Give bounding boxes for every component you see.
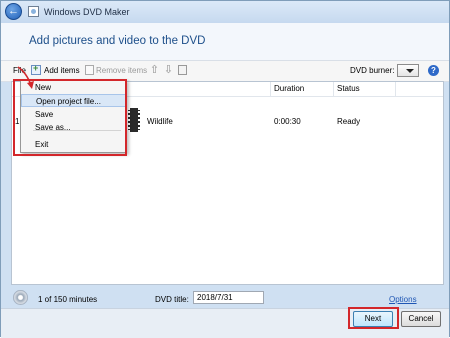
row-duration: 0:00:30 <box>274 117 301 126</box>
row-order: 1 <box>15 117 20 126</box>
dvd-burner-label: DVD burner: <box>350 66 395 75</box>
menu-item-save[interactable]: Save <box>21 108 126 121</box>
page-header: Add pictures and video to the DVD <box>1 23 449 60</box>
page-title: Add pictures and video to the DVD <box>29 35 206 47</box>
move-down-arrow-icon[interactable]: ⇩ <box>163 64 174 76</box>
cancel-button[interactable]: Cancel <box>401 311 441 327</box>
dvd-title-label: DVD title: <box>155 295 189 304</box>
menu-item-new[interactable]: New <box>21 81 126 94</box>
move-up-arrow-icon[interactable]: ⇧ <box>149 64 160 76</box>
menu-item-exit[interactable]: Exit <box>21 138 126 151</box>
title-bar: ← Windows DVD Maker <box>1 1 449 23</box>
file-dropdown-menu: New Open project file... Save Save as...… <box>20 79 127 153</box>
dvd-maker-window: ← Windows DVD Maker Add pictures and vid… <box>0 0 450 338</box>
dvd-burner-dropdown[interactable] <box>397 64 419 77</box>
back-arrow-icon[interactable]: ← <box>5 3 22 20</box>
window-title: Windows DVD Maker <box>44 7 130 17</box>
remove-items-icon <box>85 65 94 75</box>
disc-usage-icon <box>13 290 28 305</box>
minutes-used-label: 1 of 150 minutes <box>38 295 98 304</box>
file-menu-button[interactable]: File <box>13 66 26 75</box>
help-icon[interactable]: ? <box>428 65 439 76</box>
properties-icon[interactable] <box>178 65 187 75</box>
video-thumbnail <box>128 108 140 132</box>
row-name: Wildlife <box>147 117 173 126</box>
add-items-icon[interactable] <box>31 63 41 75</box>
row-status: Ready <box>337 117 361 126</box>
menu-item-save-as[interactable]: Save as... <box>21 121 126 134</box>
menu-item-open-project[interactable]: Open project file... <box>21 94 126 107</box>
add-items-button[interactable]: Add items <box>44 66 80 75</box>
menu-separator <box>33 130 121 131</box>
column-header-blank <box>396 82 443 96</box>
next-button[interactable]: Next <box>353 311 393 327</box>
remove-items-button[interactable]: Remove items <box>96 66 147 75</box>
column-header-duration[interactable]: Duration <box>271 82 334 96</box>
dvd-maker-app-icon <box>28 6 39 17</box>
column-header-status[interactable]: Status <box>334 82 396 96</box>
options-link[interactable]: Options <box>389 295 417 304</box>
dvd-title-field[interactable]: 2018/7/31 <box>193 291 264 304</box>
